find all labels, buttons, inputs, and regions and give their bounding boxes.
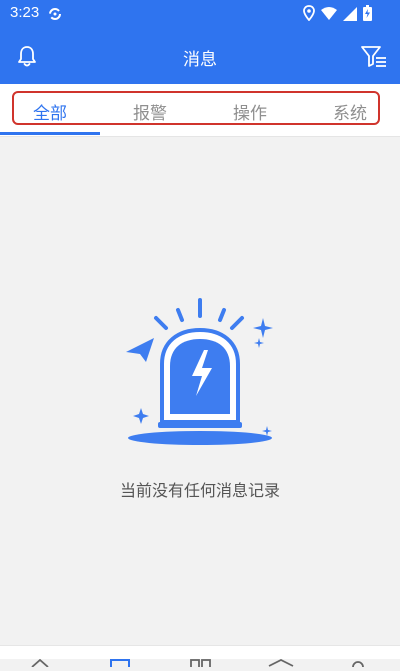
status-icons (303, 5, 372, 25)
bottom-nav (0, 645, 400, 669)
sync-icon (48, 6, 62, 25)
battery-icon (363, 5, 372, 25)
page-title: 消息 (183, 50, 217, 70)
app-bar: 消息 (0, 28, 400, 84)
layers-icon[interactable] (268, 652, 294, 671)
grid-icon[interactable] (190, 652, 212, 671)
tab-bar: 全部 报警 操作 系统 (0, 84, 400, 137)
status-bar: 3:23 (0, 0, 400, 28)
filter-icon[interactable] (360, 44, 388, 68)
tab-system[interactable]: 系统 (333, 99, 367, 124)
tab-alarm[interactable]: 报警 (133, 99, 167, 124)
tab-highlight-box (12, 91, 380, 125)
profile-icon[interactable] (350, 652, 366, 671)
alarm-light-icon (122, 298, 278, 454)
wifi-icon (321, 6, 337, 25)
location-icon (303, 5, 315, 25)
empty-state-message: 当前没有任何消息记录 (119, 481, 280, 500)
home-icon[interactable] (30, 652, 50, 671)
tab-operation[interactable]: 操作 (233, 99, 267, 124)
status-time: 3:23 (10, 4, 40, 21)
cellular-icon (343, 6, 357, 25)
tab-active-indicator (0, 132, 100, 135)
tab-all[interactable]: 全部 (33, 99, 67, 124)
messages-icon[interactable] (110, 652, 130, 671)
